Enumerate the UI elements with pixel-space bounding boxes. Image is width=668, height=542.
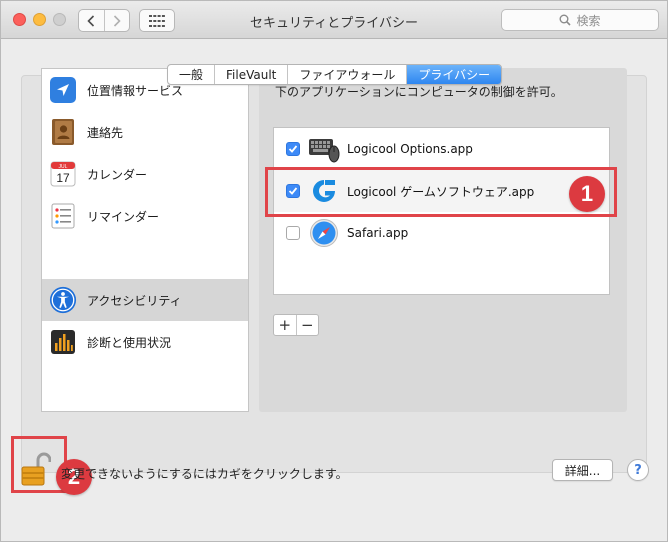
search-field[interactable]: 検索 [501,9,659,31]
sidebar-item-label: 診断と使用状況 [87,335,172,350]
list-item[interactable]: Safari.app [274,212,609,254]
accessibility-icon [49,286,77,314]
sidebar-item-contacts[interactable]: 連絡先 [42,111,248,153]
calendar-icon: JUL 17 [49,160,77,188]
app-name: Logicool Options.app [347,142,473,156]
sidebar-item-label: 連絡先 [87,125,124,140]
preferences-window: セキュリティとプライバシー 検索 一般 FileVault ファイアウォール プ… [0,0,668,542]
app-checkbox[interactable] [286,226,300,240]
tab-privacy[interactable]: プライバシー [406,65,502,84]
sidebar-item-label: カレンダー [87,167,148,182]
highlight-box-app-row [265,167,617,217]
reminders-icon [49,202,77,230]
unlocked-padlock-icon[interactable] [21,452,51,486]
list-item[interactable]: Logicool Options.app [274,128,609,170]
sidebar-item-label: アクセシビリティ [87,293,182,308]
calendar-icon-day: 17 [56,171,70,185]
sidebar-item-accessibility[interactable]: アクセシビリティ [42,279,248,321]
remove-app-button[interactable]: − [295,315,319,335]
sidebar-item-calendar[interactable]: JUL 17 カレンダー [42,153,248,195]
search-placeholder: 検索 [576,13,601,28]
app-name: Safari.app [347,226,409,240]
checkmark-icon [288,145,298,153]
tab-firewall[interactable]: ファイアウォール [287,65,406,84]
sidebar-item-reminders[interactable]: リマインダー [42,195,248,237]
diagnostics-icon [49,328,77,356]
add-remove-control: + − [273,314,319,336]
details-button[interactable]: 詳細... [552,459,613,481]
callout-badge-1: 1 [569,176,605,212]
location-arrow-icon [49,76,77,104]
help-button[interactable]: ? [627,459,649,481]
app-checkbox[interactable] [286,142,300,156]
lock-hint-text: 変更できないようにするにはカギをクリックします。 [61,467,348,481]
sidebar-item-diagnostics[interactable]: 診断と使用状況 [42,321,248,363]
safari-compass-icon [308,217,340,249]
tab-filevault[interactable]: FileVault [214,65,287,84]
privacy-detail-pane: 下のアプリケーションにコンピュータの制御を許可。 Logicool Option… [259,68,627,412]
tab-bar: 一般 FileVault ファイアウォール プライバシー [167,64,503,85]
search-icon [559,14,572,26]
privacy-description: 下のアプリケーションにコンピュータの制御を許可。 [275,85,563,99]
keyboard-mouse-icon [308,133,340,165]
add-app-button[interactable]: + [274,315,296,335]
contacts-book-icon [49,118,77,146]
privacy-category-list: 位置情報サービス 連絡先 JUL 17 カレンダー リマインダー アクセシビリテ… [41,68,249,412]
sidebar-item-label: リマインダー [87,209,160,224]
calendar-icon-month: JUL [59,164,68,170]
tab-general[interactable]: 一般 [168,65,214,84]
title-bar: セキュリティとプライバシー 検索 [1,1,667,39]
